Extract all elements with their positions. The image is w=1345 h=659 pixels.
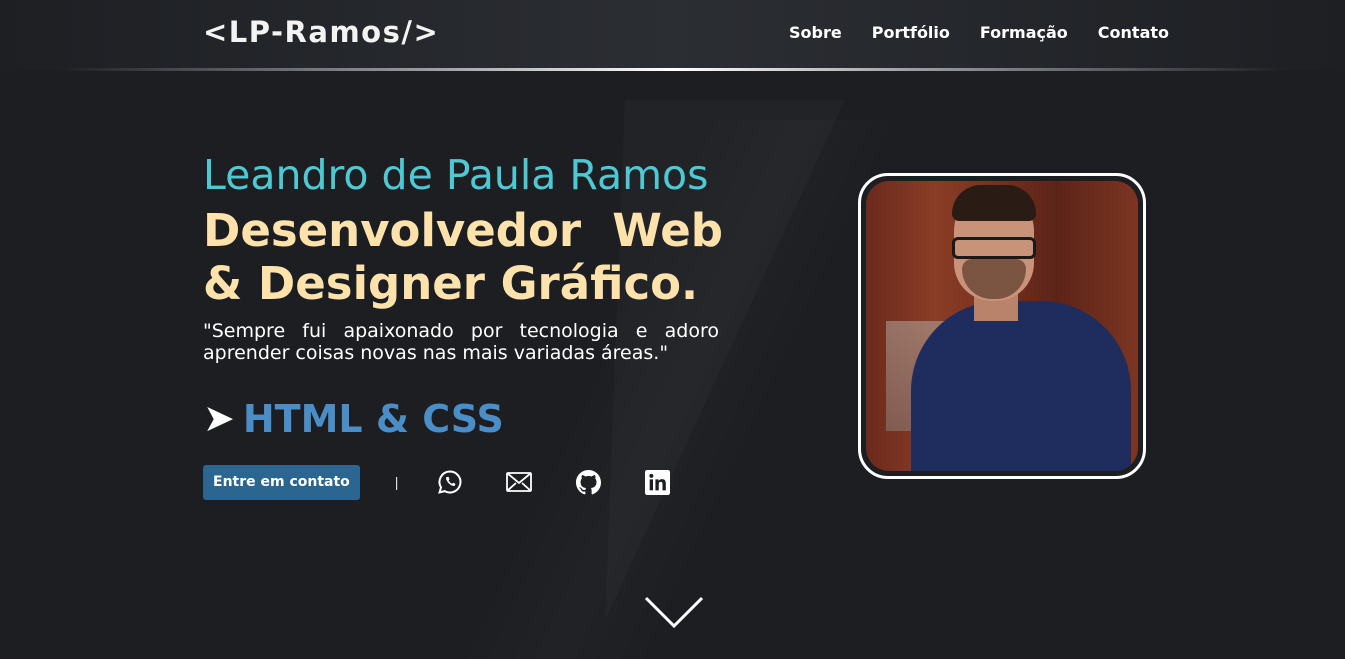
- profile-photo-frame: [858, 173, 1146, 479]
- skill-rotator: ➤ HTML & CSS: [203, 394, 723, 444]
- contact-button[interactable]: Entre em contato: [203, 464, 360, 500]
- github-icon[interactable]: [574, 468, 602, 496]
- linkedin-icon[interactable]: [643, 468, 671, 496]
- profile-photo: [866, 181, 1138, 471]
- arrow-right-icon: ➤: [203, 398, 235, 440]
- nav-link-sobre[interactable]: Sobre: [789, 22, 842, 44]
- header-divider: [60, 68, 1285, 71]
- hero-role: Desenvolvedor Web & Designer Gráfico.: [203, 204, 723, 310]
- site-header: <LP-Ramos/> Sobre Portfólio Formação Con…: [0, 0, 1345, 70]
- nav-link-portfolio[interactable]: Portfólio: [872, 22, 950, 44]
- photo-hair: [952, 185, 1036, 221]
- mail-icon[interactable]: [505, 468, 533, 496]
- nav-link-formacao[interactable]: Formação: [980, 22, 1068, 44]
- main-nav: Sobre Portfólio Formação Contato: [789, 22, 1169, 44]
- site-logo[interactable]: <LP-Ramos/>: [203, 14, 439, 50]
- hero-quote: "Sempre fui apaixonado por tecnologia e …: [203, 320, 719, 364]
- photo-glasses: [952, 237, 1036, 259]
- skill-text: HTML & CSS: [242, 397, 504, 441]
- social-links: [436, 468, 671, 496]
- separator: |: [394, 474, 399, 490]
- chevron-down-icon[interactable]: [644, 596, 704, 629]
- whatsapp-icon[interactable]: [436, 468, 464, 496]
- hero-section: Leandro de Paula Ramos Desenvolvedor Web…: [203, 150, 723, 444]
- hero-name: Leandro de Paula Ramos: [203, 151, 709, 199]
- photo-shirt: [911, 301, 1131, 471]
- nav-link-contato[interactable]: Contato: [1098, 22, 1169, 44]
- hero-actions: Entre em contato |: [203, 464, 671, 500]
